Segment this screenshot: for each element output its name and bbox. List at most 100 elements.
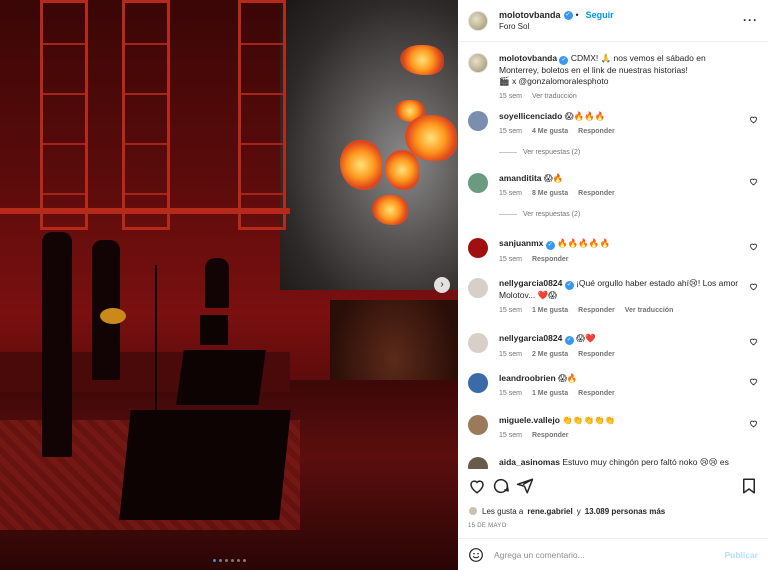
caption-time: 15 sem xyxy=(499,93,522,100)
comment-like-icon[interactable] xyxy=(749,337,758,346)
comment-like-icon[interactable] xyxy=(749,115,758,124)
verified-icon: ✓ xyxy=(563,10,573,20)
avatar[interactable] xyxy=(468,10,488,31)
comment-text: 😱🔥🔥🔥 xyxy=(564,111,606,121)
comments-list[interactable]: molotovbanda ✓ CDMX! 🙏 nos vemos el sába… xyxy=(458,43,768,469)
avatar[interactable] xyxy=(468,238,488,258)
emoji-icon[interactable] xyxy=(468,547,484,563)
comment-likes[interactable]: 1 Me gusta xyxy=(532,388,568,399)
avatar[interactable] xyxy=(468,111,488,131)
guitar xyxy=(100,308,126,324)
stage-monitor xyxy=(119,410,291,520)
post-caption: molotovbanda ✓ CDMX! 🙏 nos vemos el sába… xyxy=(468,53,758,105)
post-date[interactable]: 15 DE MAYO xyxy=(468,523,507,529)
caption-username[interactable]: molotovbanda xyxy=(499,53,557,63)
avatar[interactable] xyxy=(468,53,488,73)
comment-like-icon[interactable] xyxy=(749,419,758,428)
carousel-dot[interactable] xyxy=(236,559,240,562)
bassist xyxy=(42,232,72,457)
stage-monitor xyxy=(176,350,266,405)
amp-cabinet xyxy=(200,315,228,345)
carousel-next-button[interactable]: › xyxy=(434,277,450,293)
bookmark-icon[interactable] xyxy=(740,477,758,495)
post-comment-button[interactable]: Publicar xyxy=(724,550,758,560)
comment-likes[interactable]: 1 Me gusta xyxy=(532,305,568,316)
post-location[interactable]: Foro Sol xyxy=(499,22,614,31)
verified-icon: ✓ xyxy=(564,281,574,290)
comment-likes[interactable]: 2 Me gusta xyxy=(532,349,568,360)
comment-like-icon[interactable] xyxy=(749,242,758,251)
comment-text: 😱🔥 xyxy=(558,373,578,383)
comment-time: 15 sem xyxy=(499,432,522,439)
likes-summary: Les gusta a rene.gabriel y 13.089 person… xyxy=(468,506,665,516)
reply-button[interactable]: Responder xyxy=(532,430,569,441)
reply-button[interactable]: Responder xyxy=(578,126,615,137)
comment-time: 15 sem xyxy=(499,307,522,314)
likes-middle: y xyxy=(576,506,581,516)
reply-button[interactable]: Responder xyxy=(578,349,615,360)
heart-icon[interactable] xyxy=(468,477,486,495)
comment-text: 🔥🔥🔥🔥🔥 xyxy=(557,238,611,248)
verified-icon: ✓ xyxy=(559,56,569,65)
carousel-dot[interactable] xyxy=(218,559,222,562)
carousel-dot[interactable] xyxy=(230,559,234,562)
comment-username[interactable]: soyellicenciado xyxy=(499,111,562,121)
comment-time: 15 sem xyxy=(499,351,522,358)
comment-like-icon[interactable] xyxy=(749,177,758,186)
comment-username[interactable]: nellygarcia0824 xyxy=(499,278,562,288)
view-replies-label: Ver respuestas (2) xyxy=(523,149,581,156)
comment-username[interactable]: miguele.vallejo xyxy=(499,415,560,425)
comment-likes[interactable]: 8 Me gusta xyxy=(532,188,568,199)
comment-time: 15 sem xyxy=(499,390,522,397)
reply-button[interactable]: Responder xyxy=(578,305,615,316)
more-options-icon[interactable]: ··· xyxy=(743,13,758,27)
avatar[interactable] xyxy=(468,173,488,193)
avatar[interactable] xyxy=(468,333,488,353)
carousel-dot[interactable] xyxy=(242,559,246,562)
comment-text: 😱❤️ xyxy=(576,333,596,343)
avatar[interactable] xyxy=(468,457,488,469)
carousel-dot[interactable] xyxy=(212,559,216,562)
reply-button[interactable]: Responder xyxy=(532,254,569,265)
view-replies-button[interactable]: Ver respuestas (2) xyxy=(499,149,580,156)
post-side-panel: molotovbanda ✓ • Seguir Foro Sol ··· mol… xyxy=(458,0,768,570)
comment-time: 15 sem xyxy=(499,128,522,135)
view-replies-button[interactable]: Ver respuestas (2) xyxy=(499,211,580,218)
translate-link[interactable]: Ver traducción xyxy=(625,305,674,316)
comment-time: 15 sem xyxy=(499,256,522,263)
comment-like-icon[interactable] xyxy=(749,282,758,291)
carousel-dot[interactable] xyxy=(224,559,228,562)
avatar[interactable] xyxy=(468,415,488,435)
comment-text: Estuvo muy chingón pero faltó noko 😢😢 es xyxy=(562,457,729,467)
share-icon[interactable] xyxy=(516,477,534,495)
comment-input[interactable] xyxy=(494,549,725,560)
comment-time: 15 sem xyxy=(499,190,522,197)
avatar[interactable] xyxy=(468,373,488,393)
comment-username[interactable]: nellygarcia0824 xyxy=(499,333,562,343)
comment-likes[interactable]: 4 Me gusta xyxy=(532,126,568,137)
post-username[interactable]: molotovbanda xyxy=(499,10,561,20)
verified-icon: ✓ xyxy=(545,241,555,250)
pyro-flame xyxy=(385,150,419,190)
pyro-flame xyxy=(372,195,408,225)
comment-username[interactable]: leandroobrien xyxy=(499,373,556,383)
comment-text: 😱🔥 xyxy=(543,173,564,183)
stage-truss-center xyxy=(122,0,170,230)
caption-credit: 🎬 x @gonzalomoralesphoto xyxy=(499,76,609,86)
comment-like-icon[interactable] xyxy=(749,377,758,386)
likes-user[interactable]: rene.gabriel xyxy=(527,507,572,516)
follow-button[interactable]: Seguir xyxy=(586,10,614,20)
comment-icon[interactable] xyxy=(492,477,510,495)
translate-link[interactable]: Ver traducción xyxy=(532,91,577,102)
drummer xyxy=(205,258,229,308)
avatar xyxy=(468,506,478,516)
likes-count[interactable]: 13.089 personas más xyxy=(585,507,666,516)
reply-button[interactable]: Responder xyxy=(578,188,615,199)
comment-username[interactable]: sanjuanmx xyxy=(499,238,543,248)
reply-button[interactable]: Responder xyxy=(578,388,615,399)
comment-username[interactable]: amanditita xyxy=(499,173,542,183)
post-media[interactable]: › xyxy=(0,0,458,570)
add-comment-bar: Publicar xyxy=(458,538,768,570)
avatar[interactable] xyxy=(468,278,488,298)
comment-username[interactable]: aida_asinomas xyxy=(499,457,560,467)
